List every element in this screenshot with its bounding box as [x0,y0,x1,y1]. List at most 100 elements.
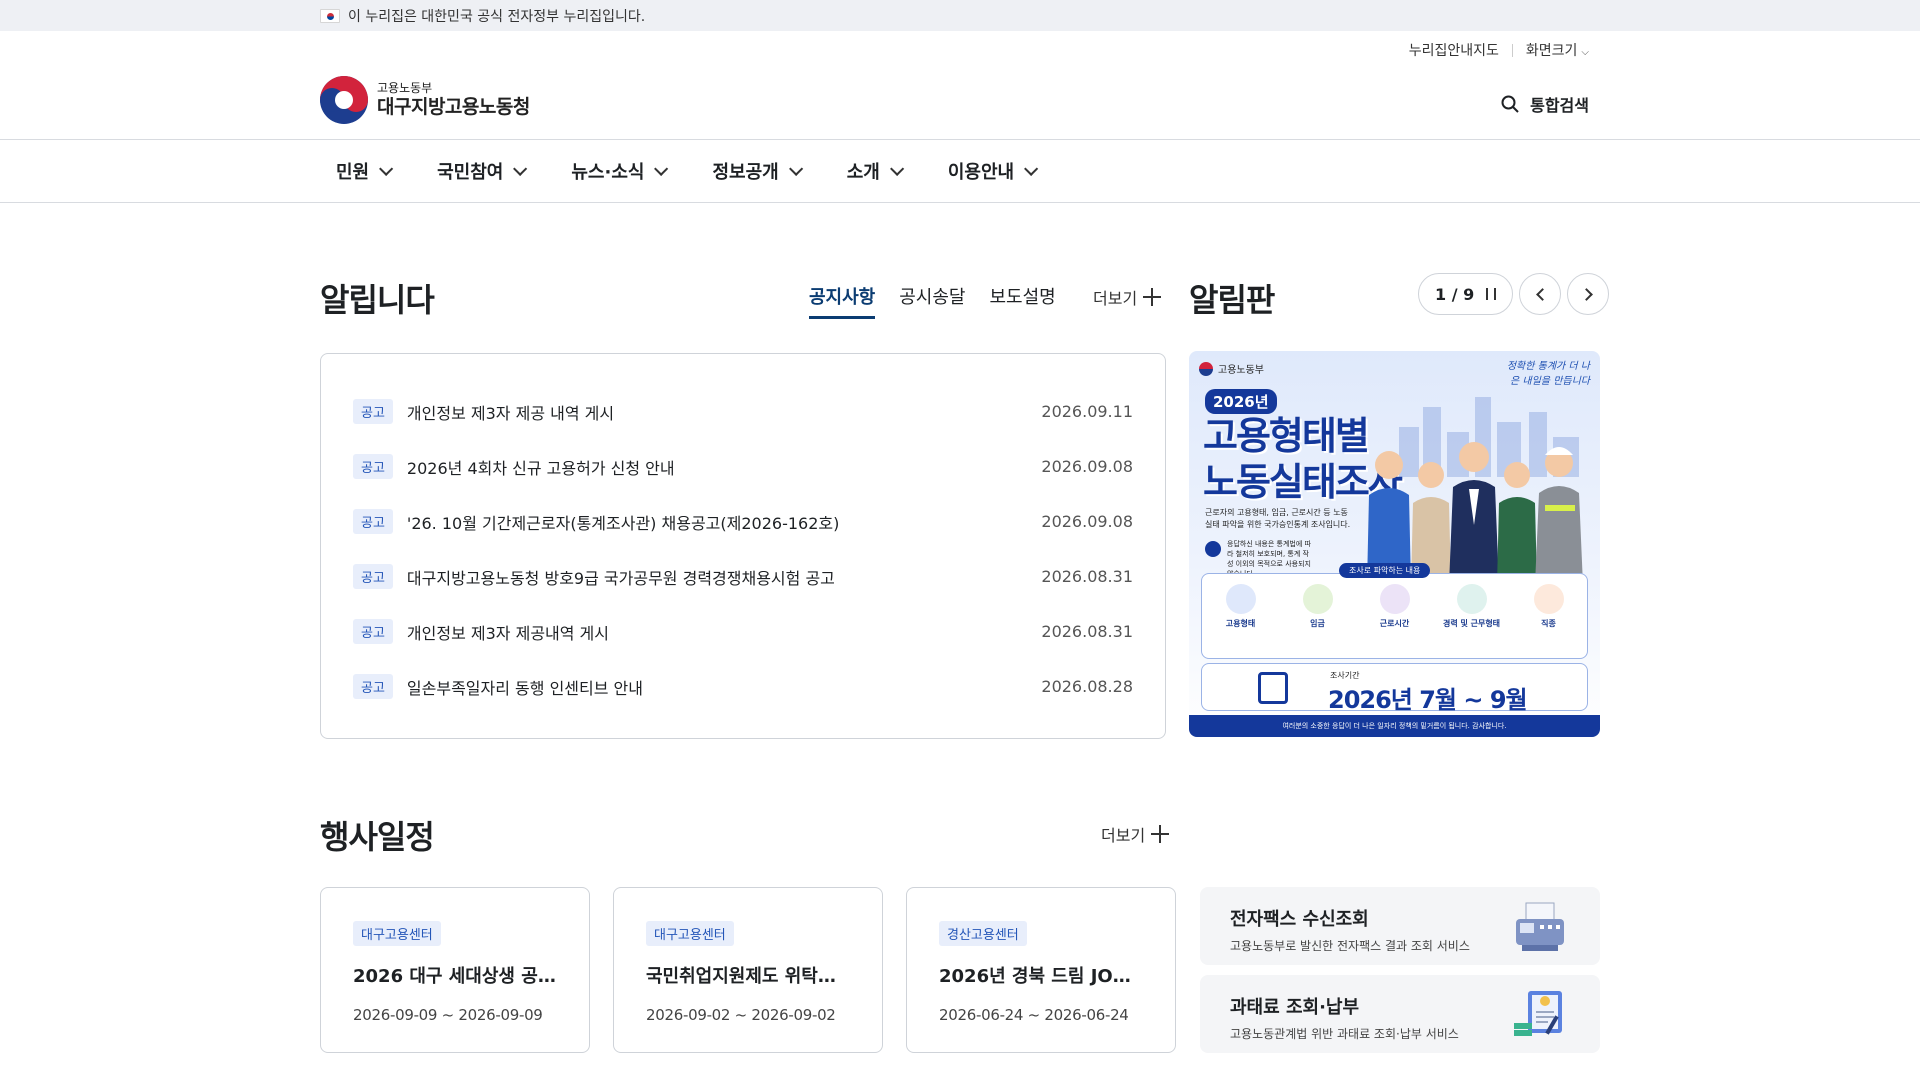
list-item[interactable]: 공고 일손부족일자리 동행 인센티브 안내 2026.08.28 [321,659,1165,714]
notice-title[interactable]: 2026년 4회차 신규 고용허가 신청 안내 [407,455,1041,479]
gov-banner: 이 누리집은 대한민국 공식 전자정부 누리집입니다. [0,0,1920,31]
tab-notices[interactable]: 공지사항 [809,283,876,319]
emblem-icon [1199,361,1213,376]
event-badge: 대구고용센터 [646,921,734,946]
notice-title[interactable]: 개인정보 제3자 제공 내역 게시 [407,400,1041,424]
list-item[interactable]: 공고 개인정보 제3자 제공 내역 게시 2026.09.11 [321,384,1165,439]
nav-item-participation[interactable]: 국민참여 [437,158,528,184]
money-bag-icon [1302,584,1333,614]
event-card[interactable]: 대구고용센터 2026 대구 세대상생 공… 2026-09-09 ~ 2026… [320,887,590,1053]
events-more-button[interactable]: 더보기 [1101,822,1170,846]
list-item[interactable]: 공고 대구지방고용노동청 방호9급 국가공무원 경력경쟁채용시험 공고 2026… [321,549,1165,604]
nav-item-news[interactable]: 뉴스·소식 [571,158,669,184]
event-card[interactable]: 대구고용센터 국민취업지원제도 위탁기… 2026-09-02 ~ 2026-0… [613,887,883,1053]
notice-title[interactable]: 대구지방고용노동청 방호9급 국가공무원 경력경쟁채용시험 공고 [407,565,1041,589]
badge-icon [1225,584,1256,614]
search-icon [1501,95,1519,113]
nav-item-about[interactable]: 소개 [846,158,905,184]
survey-item-label: 경력 및 근무형태 [1442,619,1501,628]
survey-item-label: 근로시간 [1379,619,1410,628]
poster-description: 근로자의 고용형태, 임금, 근로시간 등 노동실태 파악을 위한 국가승인통계… [1205,508,1351,529]
survey-item-label: 직종 [1541,619,1556,628]
chevron-down-icon [788,161,803,176]
survey-item-label: 임금 [1310,619,1325,628]
nav-label: 국민참여 [437,162,504,183]
clock-icon [1379,584,1410,614]
gov-banner-text[interactable]: 이 누리집은 대한민국 공식 전자정부 누리집입니다. [348,6,645,26]
event-title: 2026 대구 세대상생 공… [353,966,556,987]
logo-ministry: 고용노동부 [377,81,433,95]
tab-press[interactable]: 보도설명 [990,283,1056,319]
survey-item-label: 고용형태 [1225,619,1256,628]
korea-flag-icon [320,8,340,23]
fine-payment-icon [1514,991,1562,1036]
nav-item-guide[interactable]: 이용안내 [947,158,1039,184]
list-item[interactable]: 공고 개인정보 제3자 제공내역 게시 2026.08.31 [321,604,1165,659]
poster-year: 2026년 [1205,389,1277,414]
notice-title[interactable]: 일손부족일자리 동행 인센티브 안내 [407,675,1041,699]
chevron-down-icon: ⌵ [1581,47,1589,58]
notice-badge: 공고 [353,564,393,589]
worker-icon [1456,584,1487,614]
nav-divider [0,202,1920,203]
government-emblem-icon [320,76,368,124]
poster-ministry: 고용노동부 [1199,361,1264,376]
next-slide-button[interactable] [1567,273,1610,315]
event-badge: 경산고용센터 [939,921,1027,946]
board-section-title: 알림판 [1189,281,1275,319]
integrated-search-button[interactable]: 통합검색 [1500,92,1589,116]
search-label: 통합검색 [1530,96,1589,115]
plus-icon [1143,288,1162,306]
divider [1511,43,1513,57]
sitemap-link[interactable]: 누리집안내지도 [1409,40,1499,60]
nav-label: 민원 [336,162,370,183]
site-logo[interactable]: 고용노동부 대구지방고용노동청 [320,76,530,124]
nav-item-information[interactable]: 정보공개 [712,158,803,184]
notice-badge: 공고 [353,674,393,699]
notice-title[interactable]: '26. 10월 기간제근로자(통계조사관) 채용공고(제2026-162호) [407,510,1041,534]
poster-slogan: 정확한 통계가 더 나은 내일을 만듭니다 [1506,361,1590,387]
event-card[interactable]: 경산고용센터 2026년 경북 드림 JOB… 2026-06-24 ~ 202… [906,887,1176,1053]
list-item[interactable]: 공고 2026년 4회차 신규 고용허가 신청 안내 2026.09.08 [321,439,1165,494]
pause-icon[interactable] [1486,288,1497,300]
chevron-right-icon [1579,287,1593,301]
more-label: 더보기 [1093,289,1138,308]
event-title: 2026년 경북 드림 JOB… [939,966,1143,987]
chevron-down-icon [889,161,905,176]
font-size-label: 화면크기 [1525,43,1578,59]
nav-item-civil[interactable]: 민원 [336,158,394,184]
font-size-button[interactable]: 화면크기 ⌵ [1526,40,1589,60]
poster-footer: 여러분의 소중한 응답이 더 나은 일자리 정책의 밑거름이 됩니다. 감사합니… [1189,715,1600,737]
notice-badge: 공고 [353,509,393,534]
nav-label: 이용안내 [947,162,1015,183]
notice-more-button[interactable]: 더보기 [1093,285,1162,309]
period-value: 2026년 7월 ~ 9월 [1328,686,1528,714]
tab-public-service[interactable]: 공시송달 [899,283,965,319]
efax-service-card[interactable]: 전자팩스 수신조회 고용노동부로 발신한 전자팩스 결과 조회 서비스 [1200,887,1600,965]
prev-slide-button[interactable] [1519,273,1562,315]
notice-tabs: 공지사항 공시송달 보도설명 [809,283,1056,319]
survey-item: 고용형태 [1206,584,1276,629]
fine-payment-service-card[interactable]: 과태료 조회·납부 고용노동관계법 위반 과태료 조회·납부 서비스 [1200,975,1600,1053]
chevron-down-icon [513,161,528,176]
notice-badge: 공고 [353,399,393,424]
notice-title[interactable]: 개인정보 제3자 제공내역 게시 [407,620,1041,644]
notice-date: 2026.08.31 [1041,622,1133,641]
list-item[interactable]: 공고 '26. 10월 기간제근로자(통계조사관) 채용공고(제2026-162… [321,494,1165,549]
notice-date: 2026.09.08 [1041,457,1133,476]
slide-counter[interactable]: 1 / 9 [1418,273,1514,315]
more-label: 더보기 [1101,826,1146,845]
calendar-icon [1258,672,1288,704]
workers-illustration-icon [1367,442,1583,585]
chevron-down-icon [379,161,394,176]
board-poster-image[interactable]: 고용노동부 정확한 통계가 더 나은 내일을 만듭니다 2026년 고용형태별 … [1189,351,1600,737]
nav-label: 소개 [846,162,880,183]
chevron-down-icon [1024,161,1039,176]
event-title: 국민취업지원제도 위탁기… [646,966,850,987]
events-section-title: 행사일정 [320,818,435,856]
notice-date: 2026.08.28 [1041,677,1133,696]
poster-survey-items: 고용형태 임금 근로시간 경력 및 근무형태 직종 [1201,573,1588,659]
notice-date: 2026.08.31 [1041,567,1133,586]
poster-period: 조사기간 2026년 7월 ~ 9월 [1201,663,1588,714]
notice-badge: 공고 [353,619,393,644]
